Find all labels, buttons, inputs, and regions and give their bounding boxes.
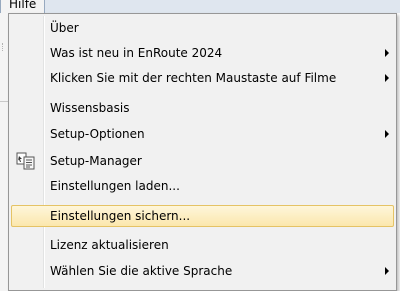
menu-item-ueber[interactable]: Über: [11, 17, 394, 39]
menu-item-update-license[interactable]: Lizenz aktualisieren: [11, 234, 394, 256]
help-dropdown-menu: Über Was ist neu in EnRoute 2024 Klicken…: [8, 13, 397, 291]
menu-item-label: Klicken Sie mit der rechten Maustaste au…: [50, 71, 337, 85]
menu-item-load-settings[interactable]: Einstellungen laden...: [11, 175, 394, 197]
submenu-arrow-icon: [385, 49, 389, 57]
setup-manager-icon: [16, 152, 36, 170]
screenshot: Hilfe Über Was ist neu in EnRoute 2024 K…: [0, 0, 400, 291]
menu-item-setup-options[interactable]: Setup-Optionen: [11, 123, 394, 145]
app-background: [0, 13, 8, 291]
menu-hilfe[interactable]: Hilfe: [0, 0, 46, 14]
menu-item-select-language[interactable]: Wählen Sie die aktive Sprache: [11, 260, 394, 282]
menu-item-label: Setup-Optionen: [50, 127, 145, 141]
menu-item-right-click-movies[interactable]: Klicken Sie mit der rechten Maustaste au…: [11, 67, 394, 89]
menu-item-setup-manager[interactable]: Setup-Manager: [11, 150, 394, 172]
menu-item-label: Was ist neu in EnRoute 2024: [50, 46, 223, 60]
menu-item-label: Einstellungen laden...: [50, 179, 180, 193]
menu-item-whats-new[interactable]: Was ist neu in EnRoute 2024: [11, 42, 394, 64]
submenu-arrow-icon: [385, 267, 389, 275]
submenu-arrow-icon: [385, 74, 389, 82]
menu-item-label: Lizenz aktualisieren: [50, 238, 169, 252]
menu-item-label: Wissensbasis: [50, 101, 130, 115]
background-detail: [2, 43, 6, 51]
menu-item-label: Einstellungen sichern...: [50, 209, 191, 223]
background-detail: [0, 101, 8, 102]
menu-item-knowledge-base[interactable]: Wissensbasis: [11, 97, 394, 119]
menu-item-save-settings[interactable]: Einstellungen sichern...: [11, 205, 394, 227]
menubar: Hilfe: [0, 0, 400, 14]
submenu-arrow-icon: [385, 130, 389, 138]
menu-item-label: Setup-Manager: [50, 154, 142, 168]
menu-item-label: Wählen Sie die aktive Sprache: [50, 264, 233, 278]
menu-item-label: Über: [50, 21, 79, 35]
